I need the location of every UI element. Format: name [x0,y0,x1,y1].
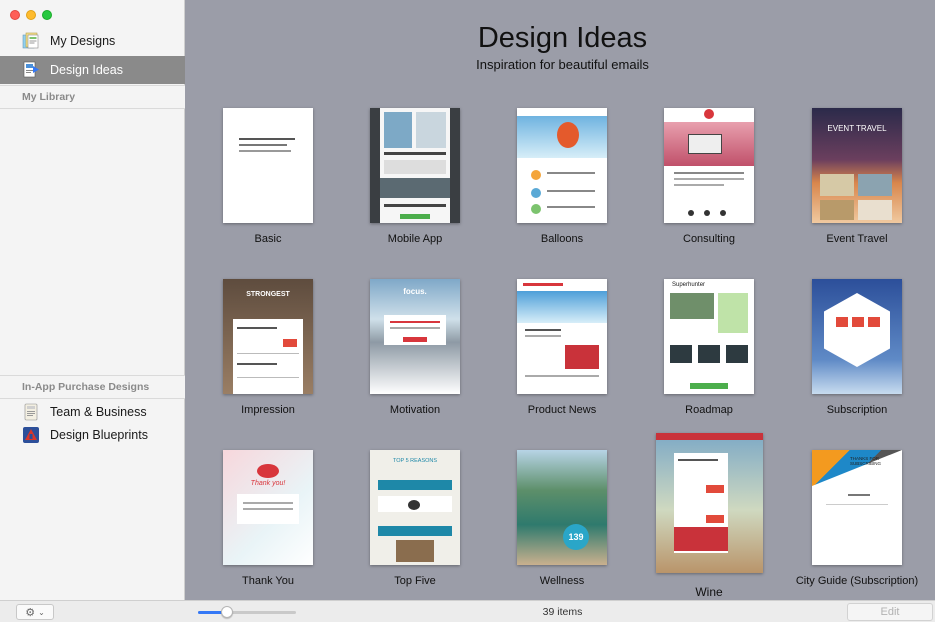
thumbnail-text: EVENT TRAVEL [827,124,887,133]
template-thumbnail [223,108,313,223]
sidebar-item-label: Design Ideas [50,63,123,77]
template-tile-subscription[interactable]: Subscription [792,279,922,416]
app-window: My Designs Design Ideas My Library In-Ap… [0,0,935,622]
template-label: Wellness [539,575,585,587]
template-thumbnail: focus. [370,279,460,394]
template-thumbnail [812,279,902,394]
items-count-label: 39 items [542,606,583,618]
template-thumbnail [517,108,607,223]
template-thumbnail [370,108,460,223]
thumbnail-text: THANKS FOR SUBSCRIBING [850,456,882,466]
template-tile-city-guide[interactable]: THANKS FOR SUBSCRIBING City Guide (Subsc… [792,450,922,587]
template-tile-basic[interactable]: Basic [203,108,333,245]
template-label: Wine [695,585,723,599]
template-tile-impression[interactable]: STRONGEST Impression [203,279,333,416]
in-app-purchase-section-header: In-App Purchase Designs [0,375,185,399]
template-label: Mobile App [387,233,443,245]
template-tile-top-five[interactable]: TOP 5 REASONS Top Five [350,450,480,587]
template-thumbnail: TOP 5 REASONS [370,450,460,565]
template-tile-product-news[interactable]: Product News [497,279,627,416]
design-ideas-gallery: Design Ideas Inspiration for beautiful e… [185,0,935,600]
thumbnail-text: STRONGEST [246,291,290,298]
template-label: Basic [254,233,282,245]
template-tile-thank-you[interactable]: Thank you! Thank You [203,450,333,587]
thumbnail-text: 139 [563,524,589,550]
sidebar-item-my-designs[interactable]: My Designs [0,27,185,55]
template-tile-event-travel[interactable]: EVENT TRAVEL Event Travel [792,108,922,245]
template-label: Top Five [394,575,436,587]
page-title: Design Ideas [477,22,648,54]
sidebar-item-design-blueprints[interactable]: Design Blueprints [0,421,185,449]
sidebar-item-label: Design Blueprints [50,428,148,442]
thumbnail-text: Thank you! [250,480,286,487]
close-window-button[interactable] [10,10,20,20]
thumbnail-text: TOP 5 REASONS [392,458,438,464]
template-thumbnail [517,279,607,394]
template-thumbnail: 139 [517,450,607,565]
sidebar-item-design-ideas[interactable]: Design Ideas [0,56,185,84]
template-thumbnail [655,433,763,573]
template-label: Motivation [389,404,441,416]
template-tile-consulting[interactable]: Consulting [644,108,774,245]
sidebar-item-label: My Designs [50,34,116,48]
template-tile-roadmap[interactable]: Superhunter Roadmap [644,279,774,416]
template-thumbnail: EVENT TRAVEL [812,108,902,223]
design-ideas-icon [22,61,40,79]
edit-button[interactable]: Edit [847,603,933,621]
maximize-window-button[interactable] [42,10,52,20]
template-label: Event Travel [826,233,888,245]
template-tile-wellness[interactable]: 139 Wellness [497,450,627,587]
template-label: Impression [241,404,295,416]
template-label: Balloons [540,233,584,245]
template-label: Thank You [242,575,294,587]
template-thumbnail: THANKS FOR SUBSCRIBING [812,450,902,565]
sidebar: My Designs Design Ideas My Library In-Ap… [0,0,185,600]
window-controls [10,10,52,20]
template-label: City Guide (Subscription) [795,575,919,587]
thumbnail-text: focus. [403,287,427,296]
template-label: Consulting [683,233,735,245]
template-thumbnail [664,108,754,223]
design-blueprints-icon [22,426,40,444]
template-tile-motivation[interactable]: focus. Motivation [350,279,480,416]
my-designs-icon [22,32,40,50]
minimize-window-button[interactable] [26,10,36,20]
template-thumbnail: Superhunter [664,279,754,394]
page-subtitle: Inspiration for beautiful emails [476,57,649,72]
thumbnail-text: Superhunter [672,282,706,288]
sidebar-item-label: Team & Business [50,405,147,419]
template-label: Product News [527,404,597,416]
template-tile-mobile-app[interactable]: Mobile App [350,108,480,245]
template-tile-balloons[interactable]: Balloons [497,108,627,245]
template-thumbnail: STRONGEST [223,279,313,394]
bottom-toolbar: ⚙ ⌄ 39 items Edit [0,600,935,622]
my-library-section-header: My Library [0,85,185,109]
template-label: Roadmap [685,404,733,416]
team-business-icon [22,403,40,421]
template-label: Subscription [826,404,888,416]
template-thumbnail: Thank you! [223,450,313,565]
template-tile-wine[interactable]: Wine [644,433,774,599]
